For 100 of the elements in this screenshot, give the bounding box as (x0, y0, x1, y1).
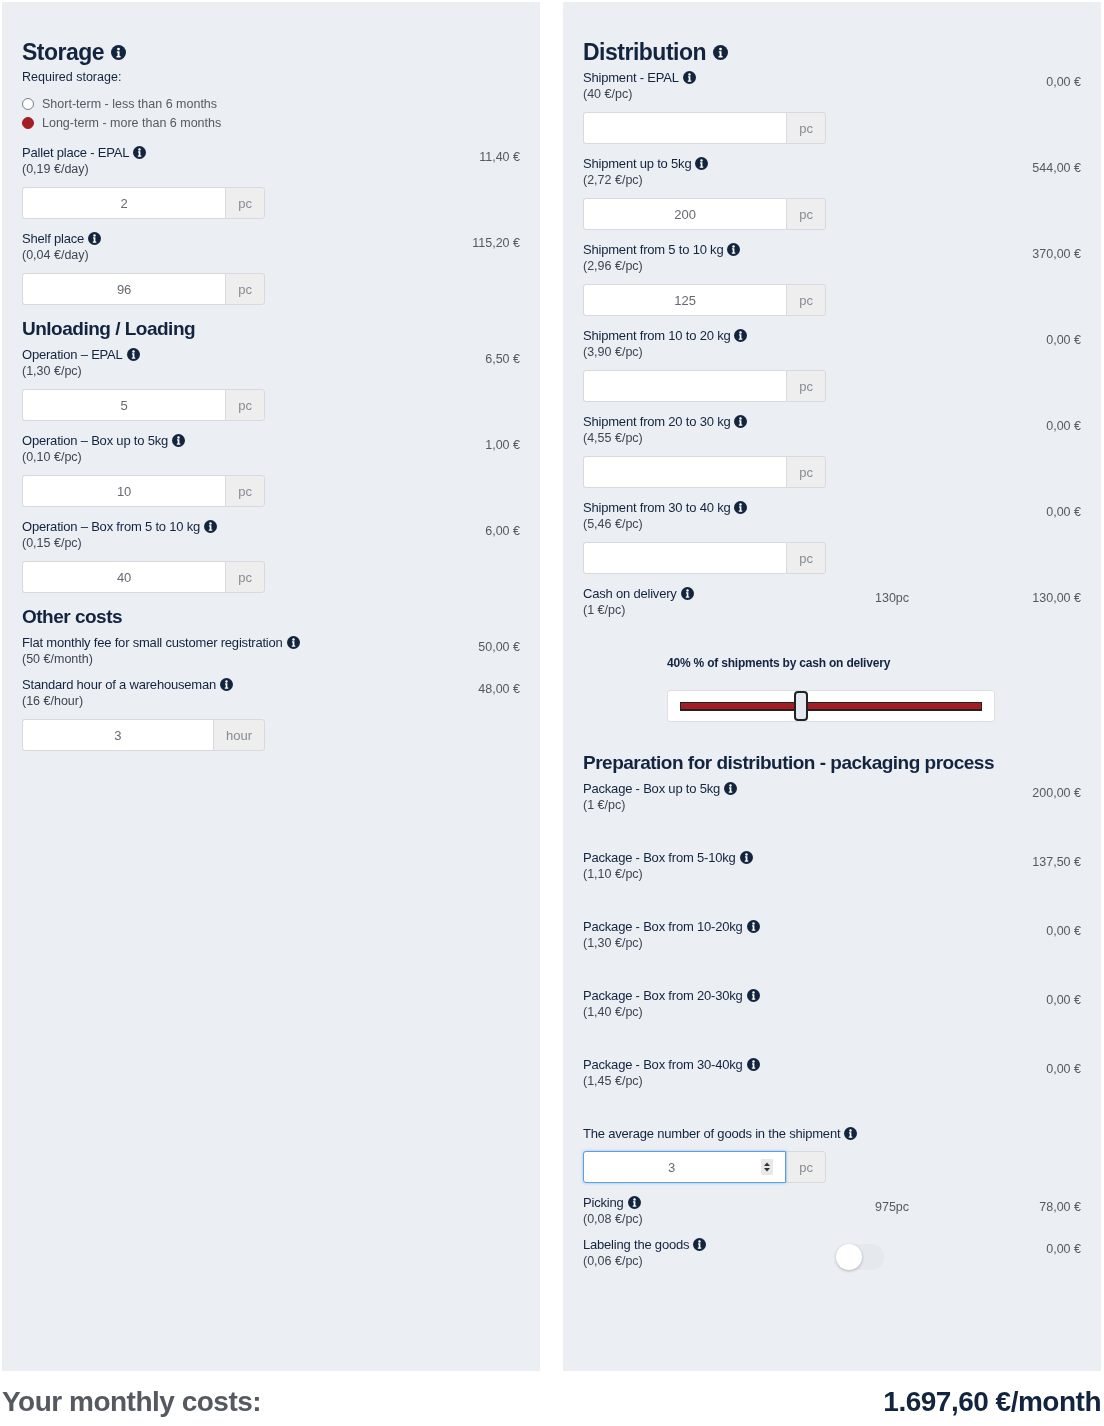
unit-price: (2,72 €/pc) (583, 172, 643, 189)
info-icon[interactable] (727, 243, 741, 256)
item-label: Shipment from 30 to 40 kg (583, 500, 731, 515)
item-cost: 0,00 € (1046, 332, 1081, 349)
item-cost: 0,00 € (1046, 74, 1081, 91)
spinner-icon[interactable] (761, 1159, 774, 1175)
total-label: Your monthly costs: (2, 1386, 262, 1418)
info-icon[interactable] (627, 1196, 641, 1209)
unit-price: (1,40 €/pc) (583, 1004, 643, 1021)
info-icon[interactable] (713, 44, 729, 60)
info-icon[interactable] (844, 1127, 858, 1140)
unit-price: (0,08 €/pc) (583, 1211, 643, 1228)
item-label: Shipment up to 5kg (583, 156, 692, 171)
unit-price: (0,06 €/pc) (583, 1253, 643, 1270)
quantity-field[interactable] (583, 370, 787, 402)
item-label: Package - Box up to 5kg (583, 781, 721, 796)
unit-label: pc (786, 1151, 826, 1183)
info-icon[interactable] (734, 501, 748, 514)
item-cost: 130,00 € (1032, 590, 1081, 607)
quantity-field[interactable] (583, 112, 787, 144)
unit-label: pc (225, 561, 265, 593)
unit-price: (1 €/pc) (583, 797, 626, 814)
info-icon[interactable] (88, 232, 102, 245)
info-icon[interactable] (746, 989, 760, 1002)
info-icon[interactable] (220, 678, 233, 691)
info-icon[interactable] (746, 1058, 760, 1071)
radio-label[interactable]: Long-term - more than 6 months (42, 115, 222, 130)
number-field[interactable]: 3 (583, 1151, 787, 1183)
item-cost: 200,00 € (1032, 785, 1081, 802)
info-icon[interactable] (286, 636, 300, 649)
total-amount: 1.697,60 €/month (883, 1386, 1101, 1418)
radio-button[interactable] (22, 116, 34, 129)
info-icon[interactable] (734, 329, 748, 342)
radio-label[interactable]: Short-term - less than 6 months (42, 96, 218, 111)
radio-button[interactable] (22, 97, 34, 110)
info-icon[interactable] (739, 851, 753, 864)
item-cost: 0,00 € (1046, 418, 1081, 435)
unit-label: pc (786, 542, 826, 574)
slider-label: 40% % of shipments by cash on delivery (667, 655, 891, 672)
item-cost: 48,00 € (478, 681, 520, 698)
quantity-field[interactable]: 5 (22, 389, 226, 421)
unit-label: pc (786, 284, 826, 316)
info-icon[interactable] (695, 157, 709, 170)
item-label: Package - Box from 10-20kg (583, 919, 743, 934)
item-cost: 0,00 € (1046, 1241, 1081, 1258)
quantity-field[interactable]: 96 (22, 273, 226, 305)
quantity-field[interactable]: 200 (583, 198, 787, 230)
quantity-field[interactable]: 10 (22, 475, 226, 507)
info-icon[interactable] (680, 587, 694, 600)
quantity-field[interactable]: 3 (22, 719, 213, 751)
info-icon[interactable] (111, 44, 127, 60)
item-cost: 0,00 € (1046, 923, 1081, 940)
slider-thumb[interactable] (793, 691, 808, 721)
info-icon[interactable] (734, 415, 748, 428)
unit-price: (1 €/pc) (583, 602, 626, 619)
item-label: Shelf place (22, 231, 85, 246)
info-icon[interactable] (172, 434, 186, 447)
item-label: Flat monthly fee for small customer registration (22, 635, 283, 650)
info-icon[interactable] (746, 920, 760, 933)
info-icon[interactable] (204, 520, 218, 533)
unit-price: (16 €/hour) (22, 693, 84, 710)
unit-price: (1,45 €/pc) (583, 1073, 643, 1090)
item-cost: 50,00 € (478, 639, 520, 656)
info-icon[interactable] (126, 348, 140, 361)
quantity-field[interactable] (583, 542, 787, 574)
unit-label: pc (225, 475, 265, 507)
unit-label: pc (225, 389, 265, 421)
item-quantity: 130pc (875, 590, 910, 607)
toggle-knob[interactable] (836, 1244, 862, 1270)
info-icon[interactable] (682, 71, 696, 84)
unit-price: (1,30 €/pc) (583, 935, 643, 952)
unit-price: (4,55 €/pc) (583, 430, 643, 447)
item-cost: 115,20 € (472, 235, 520, 252)
quantity-field[interactable]: 40 (22, 561, 226, 593)
item-cost: 78,00 € (1039, 1199, 1081, 1216)
item-label: Standard hour of a warehouseman (22, 677, 216, 692)
item-cost: 1,00 € (485, 437, 520, 454)
quantity-field[interactable] (583, 456, 787, 488)
item-label: Package - Box from 20-30kg (583, 988, 743, 1003)
item-cost: 11,40 € (479, 149, 520, 166)
section-title: Unloading / Loading (22, 318, 196, 340)
item-label: Operation – Box from 5 to 10 kg (22, 519, 201, 534)
item-label: Pallet place - EPAL (22, 145, 130, 160)
unit-price: (1,10 €/pc) (583, 866, 643, 883)
unit-label: pc (786, 112, 826, 144)
unit-label: pc (225, 273, 265, 305)
info-icon[interactable] (724, 782, 738, 795)
quantity-field[interactable]: 125 (583, 284, 787, 316)
info-icon[interactable] (693, 1238, 707, 1251)
item-label: Package - Box from 5-10kg (583, 850, 736, 865)
toggle-switch[interactable] (836, 1244, 884, 1270)
unit-label: pc (225, 187, 265, 219)
info-icon[interactable] (133, 146, 147, 159)
item-label: Picking (583, 1195, 624, 1210)
item-label: Shipment from 10 to 20 kg (583, 328, 731, 343)
item-label: Package - Box from 30-40kg (583, 1057, 743, 1072)
quantity-field[interactable]: 2 (22, 187, 226, 219)
item-cost: 6,00 € (485, 523, 520, 540)
item-label: Operation – EPAL (22, 347, 123, 362)
item-label: Shipment from 5 to 10 kg (583, 242, 724, 257)
